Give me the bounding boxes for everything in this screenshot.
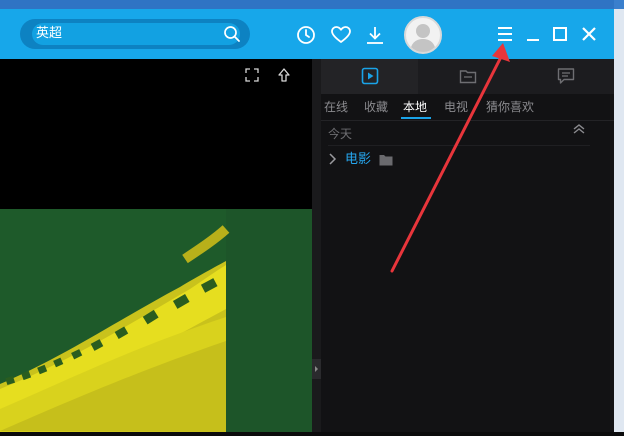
fullscreen-icon[interactable] <box>244 67 260 83</box>
user-silhouette-icon <box>410 24 436 52</box>
search-field-bg <box>32 23 240 45</box>
folder-icon <box>379 155 393 166</box>
pin-on-top-icon[interactable] <box>276 67 292 83</box>
desktop-background-top <box>0 0 624 9</box>
tab-files[interactable] <box>419 59 516 94</box>
close-icon[interactable] <box>579 24 599 44</box>
tab-recommended[interactable]: 猜你喜欢 <box>486 100 534 114</box>
section-divider <box>328 145 590 146</box>
desktop-background-right <box>614 0 624 432</box>
avatar[interactable] <box>404 16 442 54</box>
playlist-icon <box>361 67 379 85</box>
panel-tabs <box>321 59 614 94</box>
tab-tv[interactable]: 电视 <box>444 100 468 114</box>
search-box: 英超 <box>20 19 250 49</box>
list-item[interactable]: 电影 <box>327 151 527 169</box>
heart-icon[interactable] <box>330 24 352 46</box>
search-input[interactable]: 英超 <box>36 24 62 44</box>
video-frame <box>0 209 312 432</box>
category-tabs: 在线 收藏 本地 电视 猜你喜欢 <box>321 94 614 121</box>
collapse-panel-handle[interactable] <box>312 359 321 379</box>
panel-collapse-bar[interactable] <box>312 59 321 432</box>
playlist-panel: 在线 收藏 本地 电视 猜你喜欢 今天 电影 <box>321 59 614 432</box>
chevron-up-double-icon[interactable] <box>572 122 586 136</box>
maximize-icon[interactable] <box>550 24 570 44</box>
tab-favorites[interactable]: 收藏 <box>364 100 388 114</box>
menu-icon[interactable] <box>495 24 515 44</box>
video-player[interactable] <box>0 59 312 432</box>
film-reel-image <box>0 209 312 432</box>
tab-playlist[interactable] <box>321 59 418 94</box>
section-header-today: 今天 <box>328 127 353 141</box>
active-tab-indicator <box>401 117 431 119</box>
tab-online[interactable]: 在线 <box>324 100 348 114</box>
minimize-icon[interactable] <box>523 24 543 44</box>
search-icon[interactable] <box>223 25 241 43</box>
tab-local[interactable]: 本地 <box>403 100 427 114</box>
title-bar: 英超 <box>0 9 614 59</box>
history-icon[interactable] <box>295 24 317 46</box>
download-icon[interactable] <box>364 24 386 46</box>
tab-comments[interactable] <box>517 59 614 94</box>
comment-icon <box>557 68 575 84</box>
folder-list-icon <box>459 70 477 84</box>
folder-name[interactable]: 电影 <box>345 151 371 169</box>
chevron-right-icon[interactable] <box>327 153 337 165</box>
